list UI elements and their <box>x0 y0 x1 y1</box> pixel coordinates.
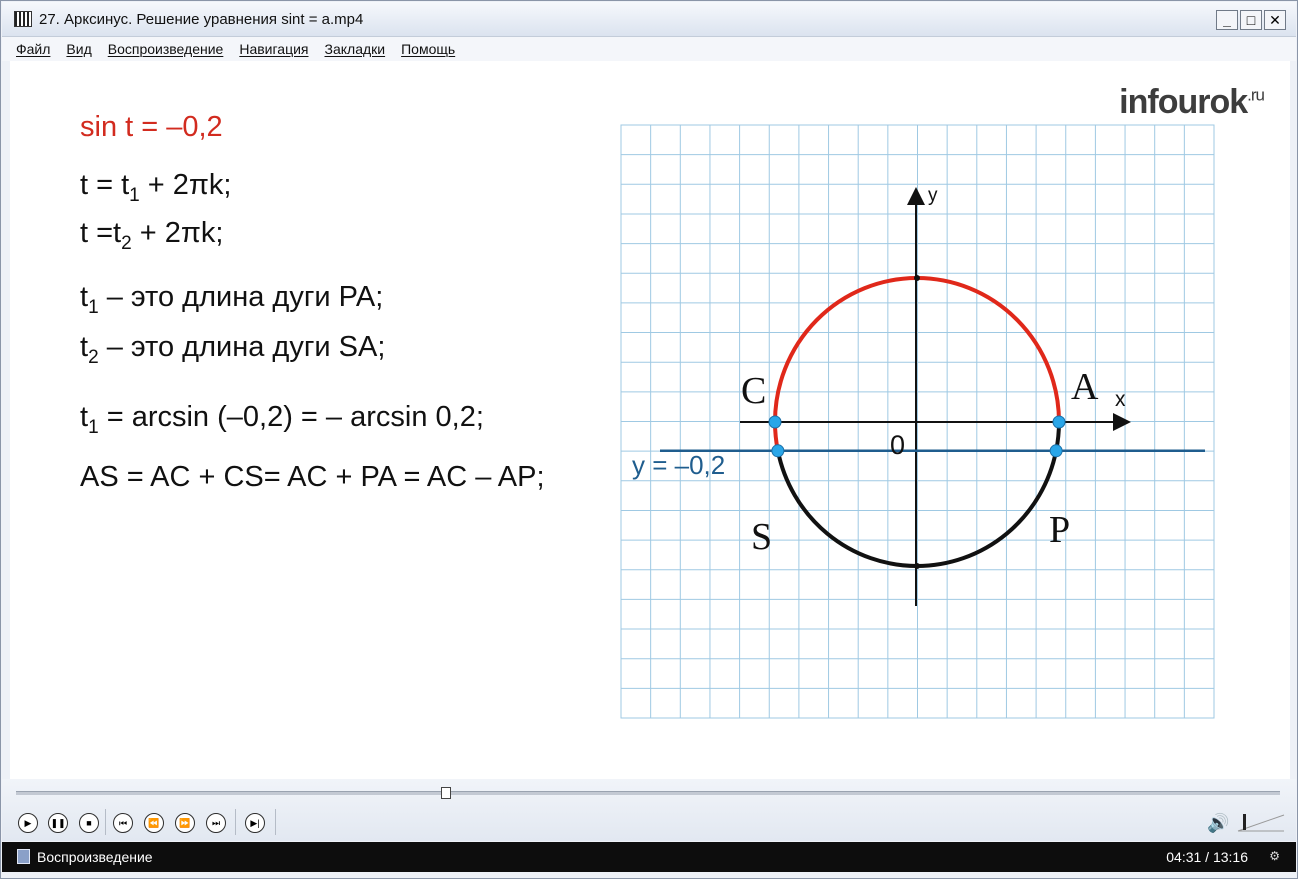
window-buttons: _ □ ✕ <box>1216 10 1286 30</box>
rewind-button[interactable]: ⏪ <box>144 813 164 833</box>
play-button[interactable]: ▶ <box>18 813 38 833</box>
forward-button[interactable]: ⏩ <box>175 813 195 833</box>
close-button[interactable]: ✕ <box>1264 10 1286 30</box>
menu-help[interactable]: Помощь <box>401 41 455 57</box>
origin-label: 0 <box>890 430 905 460</box>
next-button[interactable]: ⏭ <box>206 813 226 833</box>
minimize-button[interactable]: _ <box>1216 10 1238 30</box>
menu-bookmarks[interactable]: Закладки <box>325 41 386 57</box>
window-title: 27. Арксинус. Решение уравнения sint = a… <box>39 11 364 28</box>
point-s-label: S <box>751 516 772 558</box>
title-bar[interactable]: 27. Арксинус. Решение уравнения sint = a… <box>2 2 1296 37</box>
y-axis-arrow-icon <box>907 187 925 205</box>
seek-bar[interactable] <box>16 791 1280 795</box>
menu-view[interactable]: Вид <box>66 41 91 57</box>
menu-bar: Файл Вид Воспроизведение Навигация Закла… <box>2 37 1296 61</box>
point-c-marker <box>768 415 782 429</box>
top-point <box>914 275 920 281</box>
menu-file[interactable]: Файл <box>16 41 50 57</box>
unit-circle-diagram: y x 0 C A S P y = –0,2 <box>620 124 1215 719</box>
point-s-marker <box>771 444 785 458</box>
point-p-marker <box>1049 444 1063 458</box>
point-a-marker <box>1052 415 1066 429</box>
point-p-label: P <box>1049 509 1070 551</box>
menu-playback[interactable]: Воспроизведение <box>108 41 224 57</box>
line-label: y = –0,2 <box>632 450 725 480</box>
time-display: 04:31 / 13:16 <box>1166 849 1248 865</box>
player-controls: ▶ ❚❚ ■ ⏮ ⏪ ⏩ ⏭ ▶| 🔊 <box>2 779 1296 841</box>
y-axis-label: y <box>928 185 938 206</box>
status-bar: Воспроизведение 04:31 / 13:16 ⚙ <box>2 842 1296 872</box>
maximize-button[interactable]: □ <box>1240 10 1262 30</box>
bottom-point <box>914 563 920 569</box>
playback-status: Воспроизведение <box>37 849 153 865</box>
speaker-icon[interactable]: 🔊 <box>1207 813 1229 834</box>
menu-navigation[interactable]: Навигация <box>239 41 308 57</box>
frame-step-button[interactable]: ▶| <box>245 813 265 833</box>
point-c-label: C <box>741 370 766 412</box>
seek-handle[interactable] <box>440 787 451 799</box>
video-frame[interactable]: infourok.ru sin t = –0,2 t = t1 + 2πk; t… <box>10 61 1290 779</box>
arc-lower <box>775 421 1061 568</box>
separator <box>105 809 106 835</box>
volume-handle[interactable] <box>1243 814 1246 830</box>
pause-button[interactable]: ❚❚ <box>48 813 68 833</box>
clapperboard-icon <box>14 11 32 27</box>
file-icon <box>17 849 30 864</box>
previous-button[interactable]: ⏮ <box>113 813 133 833</box>
x-axis-arrow-icon <box>1113 413 1131 431</box>
point-a-label: A <box>1071 366 1099 408</box>
stop-button[interactable]: ■ <box>79 813 99 833</box>
player-window: 27. Арксинус. Решение уравнения sint = a… <box>0 0 1298 879</box>
x-axis-label: x <box>1115 388 1126 411</box>
separator <box>235 809 236 835</box>
settings-icon[interactable]: ⚙ <box>1269 849 1280 863</box>
separator <box>275 809 276 835</box>
